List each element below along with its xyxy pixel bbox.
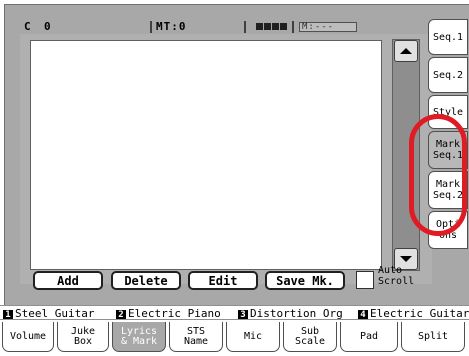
tab-label: STS <box>186 325 206 337</box>
add-button[interactable]: Add <box>33 271 103 290</box>
tab-label: Mic <box>243 330 263 342</box>
side-tab-label: Seq.2 <box>432 190 464 201</box>
bottom-tab-bar: Volume Juke Box Lyrics & Mark STS Name M… <box>0 320 469 356</box>
tab-label: Pad <box>359 330 379 342</box>
chord-readout: C <box>24 20 32 33</box>
lyrics-display[interactable] <box>30 40 382 270</box>
tab-pad[interactable]: Pad <box>340 322 398 352</box>
tab-sub-scale[interactable]: Sub Scale <box>283 322 337 352</box>
track-item[interactable]: 3 Distortion Org <box>238 307 343 320</box>
side-tab-label: Seq.1 <box>432 31 464 43</box>
tab-label: Scale <box>294 335 326 347</box>
auto-scroll-checkbox[interactable] <box>356 271 374 289</box>
tab-volume[interactable]: Volume <box>2 322 54 352</box>
side-tab-label: Mark <box>435 179 461 190</box>
side-tab-seq2[interactable]: Seq.2 <box>428 57 468 93</box>
tab-mic[interactable]: Mic <box>226 322 280 352</box>
tab-juke-box[interactable]: Juke Box <box>57 322 109 352</box>
status-separator <box>292 21 294 33</box>
beat-readout: 0 <box>44 20 52 33</box>
track-item[interactable]: 2 Electric Piano <box>116 307 221 320</box>
side-tab-label: ons <box>438 230 458 241</box>
tab-split[interactable]: Split <box>401 322 465 352</box>
meter-readout: M:--- <box>299 22 357 32</box>
measure-readout: MT:0 <box>156 20 187 33</box>
track-name: Electric Guitar <box>370 307 469 320</box>
tab-label: Juke <box>70 325 96 337</box>
edit-button[interactable]: Edit <box>188 271 258 290</box>
status-bar: C 0 MT:0 M:--- <box>22 20 422 34</box>
track-number: 1 <box>3 310 13 319</box>
auto-scroll-label-line1: Auto <box>378 265 403 276</box>
side-tab-label: Mark <box>435 139 461 150</box>
side-tab-mark-seq1[interactable]: Mark Seq.1 <box>428 131 468 169</box>
track-number: 4 <box>358 310 368 319</box>
tab-label: Box <box>73 335 93 347</box>
lyrics-scrollbar[interactable] <box>392 39 420 271</box>
track-name: Distortion Org <box>250 307 343 320</box>
scroll-up-button[interactable] <box>394 40 418 62</box>
side-tab-label: Style <box>432 106 464 118</box>
auto-scroll-label: Auto Scroll <box>378 265 428 287</box>
triangle-down-icon <box>400 256 412 262</box>
tab-label: Lyrics <box>120 325 158 337</box>
side-tab-seq1[interactable]: Seq.1 <box>428 19 468 55</box>
triangle-up-icon <box>400 48 412 54</box>
tab-label: Volume <box>9 330 47 342</box>
track-item[interactable]: 4 Electric Guitar <box>358 307 469 320</box>
side-tab-options[interactable]: Opti ons <box>428 211 468 249</box>
track-names-bar: 1 Steel Guitar 2 Electric Piano 3 Distortio… <box>0 305 469 320</box>
tab-sts-name[interactable]: STS Name <box>169 322 223 352</box>
side-tab-label: Seq.1 <box>432 150 464 161</box>
delete-button[interactable]: Delete <box>111 271 181 290</box>
track-name: Steel Guitar <box>15 307 95 320</box>
tab-label: Split <box>417 330 449 342</box>
side-tab-label: Seq.2 <box>432 69 464 81</box>
tab-label: & Mark <box>120 335 158 347</box>
side-tab-style[interactable]: Style <box>428 95 468 129</box>
track-number: 3 <box>238 310 248 319</box>
tab-lyrics-mark[interactable]: Lyrics & Mark <box>112 322 166 352</box>
tab-label: Sub <box>300 325 320 337</box>
save-mark-button[interactable]: Save Mk. <box>265 271 345 290</box>
status-separator <box>244 21 246 33</box>
track-name: Electric Piano <box>128 307 221 320</box>
track-number: 2 <box>116 310 126 319</box>
status-separator <box>150 21 152 33</box>
side-tab-mark-seq2[interactable]: Mark Seq.2 <box>428 171 468 209</box>
track-item[interactable]: 1 Steel Guitar <box>3 307 95 320</box>
auto-scroll-label-line2: Scroll <box>378 276 415 287</box>
tempo-blocks-icon <box>256 23 287 30</box>
side-tab-label: Opti <box>435 219 461 230</box>
tab-label: Name <box>183 335 209 347</box>
